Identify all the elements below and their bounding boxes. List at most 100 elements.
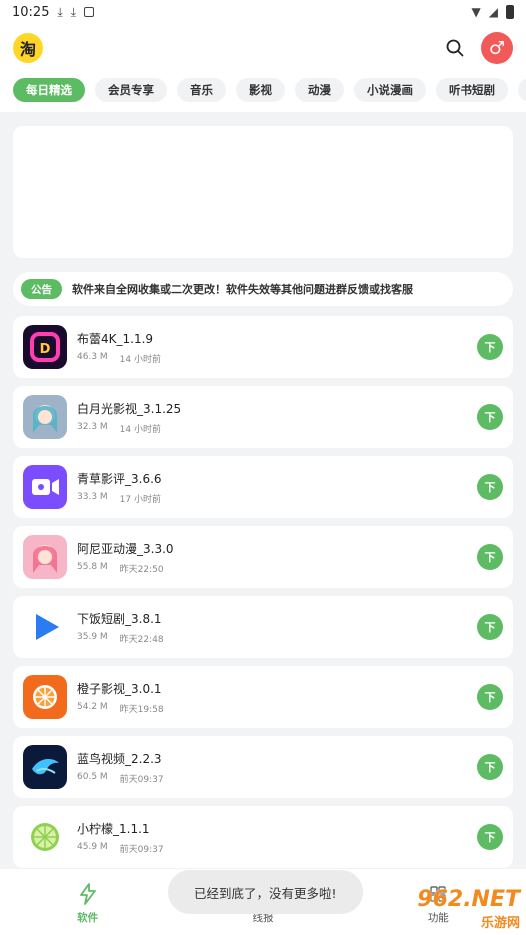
- app-time: 昨天19:58: [119, 704, 164, 715]
- tab-2[interactable]: 音乐: [177, 78, 226, 102]
- app-info: 小柠檬_1.1.1 45.9 M 前天09:37: [77, 820, 477, 855]
- app-card[interactable]: 白月光影视_3.1.25 32.3 M 14 小时前 下: [13, 386, 513, 448]
- logo-char: 淘: [19, 40, 36, 59]
- app-time: 昨天22:48: [119, 634, 164, 645]
- lightning-icon: [78, 882, 98, 905]
- tab-0[interactable]: 每日精选: [13, 78, 85, 102]
- anime-girl-icon: [23, 535, 67, 579]
- app-meta: 60.5 M 前天09:37: [77, 772, 477, 785]
- app-size: 46.3 M: [77, 351, 108, 362]
- app-card[interactable]: 蓝鸟视频_2.2.3 60.5 M 前天09:37 下: [13, 736, 513, 798]
- signal-icon: ◢: [488, 5, 498, 19]
- battery-icon: [506, 5, 514, 19]
- app-time: 前天09:37: [119, 774, 164, 785]
- tab-3[interactable]: 影视: [236, 78, 285, 102]
- tab-4[interactable]: 动漫: [295, 78, 344, 102]
- svg-text:D: D: [40, 342, 51, 357]
- play-icon: [23, 605, 67, 649]
- app-meta: 32.3 M 14 小时前: [77, 422, 477, 435]
- avatar-button[interactable]: ♂: [481, 32, 513, 64]
- app-info: 白月光影视_3.1.25 32.3 M 14 小时前: [77, 400, 477, 435]
- bird-icon: [23, 745, 67, 789]
- app-time: 前天09:37: [119, 844, 164, 855]
- app-meta: 55.8 M 昨天22:50: [77, 562, 477, 575]
- app-size: 60.5 M: [77, 771, 108, 782]
- app-card[interactable]: D 布蕾4K_1.1.9 46.3 M 14 小时前 下: [13, 316, 513, 378]
- app-name: 下饭短剧_3.8.1: [77, 611, 162, 626]
- watermark-top: 962.NET: [417, 887, 520, 912]
- app-info: 青草影评_3.6.6 33.3 M 17 小时前: [77, 470, 477, 505]
- status-bar: 10:25 ⤓ ⤓ ▼ ◢: [0, 0, 526, 24]
- tab-7[interactable]: 直播: [518, 78, 526, 102]
- app-size: 33.3 M: [77, 491, 108, 502]
- status-right: ▼ ◢: [472, 5, 514, 19]
- app-time: 14 小时前: [119, 354, 161, 365]
- download-button[interactable]: 下: [477, 474, 503, 500]
- app-card[interactable]: 小柠檬_1.1.1 45.9 M 前天09:37 下: [13, 806, 513, 868]
- notice-bar[interactable]: 公告 软件来自全网收集或二次更改！软件失效等其他问题进群反馈或找客服: [13, 272, 513, 306]
- app-meta: 35.9 M 昨天22:48: [77, 632, 477, 645]
- status-time: 10:25: [12, 4, 50, 20]
- app-card[interactable]: 阿尼亚动漫_3.3.0 55.8 M 昨天22:50 下: [13, 526, 513, 588]
- app-time: 17 小时前: [119, 494, 161, 505]
- watermark-bottom: 乐游网: [480, 916, 520, 931]
- search-icon: [446, 39, 464, 57]
- app-info: 阿尼亚动漫_3.3.0 55.8 M 昨天22:50: [77, 540, 477, 575]
- app-info: 布蕾4K_1.1.9 46.3 M 14 小时前: [77, 330, 477, 365]
- app-meta: 33.3 M 17 小时前: [77, 492, 477, 505]
- app-list: D 布蕾4K_1.1.9 46.3 M 14 小时前下白月光影视_3.1.25 32.3…: [13, 316, 513, 868]
- app-size: 35.9 M: [77, 631, 108, 642]
- status-left: 10:25 ⤓ ⤓: [12, 4, 95, 20]
- app-name: 青草影评_3.6.6: [77, 471, 162, 486]
- download-button[interactable]: 下: [477, 334, 503, 360]
- search-button[interactable]: [439, 32, 471, 64]
- app-name: 布蕾4K_1.1.9: [77, 331, 154, 346]
- app-time: 昨天22:50: [119, 564, 164, 575]
- app-info: 蓝鸟视频_2.2.3 60.5 M 前天09:37: [77, 750, 477, 785]
- camera-icon: [23, 465, 67, 509]
- download-button[interactable]: 下: [477, 544, 503, 570]
- app-card[interactable]: 下饭短剧_3.8.1 35.9 M 昨天22:48 下: [13, 596, 513, 658]
- download-icon: ⤓: [70, 5, 77, 19]
- notice-text: 软件来自全网收集或二次更改！软件失效等其他问题进群反馈或找客服: [72, 283, 413, 296]
- tab-1[interactable]: 会员专享: [95, 78, 167, 102]
- orange-icon: [23, 675, 67, 719]
- tab-6[interactable]: 听书短剧: [436, 78, 508, 102]
- download-button[interactable]: 下: [477, 754, 503, 780]
- app-info: 下饭短剧_3.8.1 35.9 M 昨天22:48: [77, 610, 477, 645]
- app-card[interactable]: 青草影评_3.6.6 33.3 M 17 小时前 下: [13, 456, 513, 518]
- download-button[interactable]: 下: [477, 404, 503, 430]
- nav-label: 软件: [77, 911, 99, 924]
- app-card[interactable]: 橙子影视_3.0.1 54.2 M 昨天19:58 下: [13, 666, 513, 728]
- video-player-icon: D: [23, 325, 67, 369]
- nav-item-0[interactable]: 软件: [48, 882, 128, 925]
- app-info: 橙子影视_3.0.1 54.2 M 昨天19:58: [77, 680, 477, 715]
- wifi-icon: ▼: [471, 5, 481, 19]
- app-meta: 54.2 M 昨天19:58: [77, 702, 477, 715]
- lemon-icon: [23, 815, 67, 859]
- app-name: 阿尼亚动漫_3.3.0: [77, 541, 174, 556]
- toast-message: 已经到底了，没有更多啦!: [168, 870, 363, 914]
- anime-girl-icon: [23, 395, 67, 439]
- notification-icon: [84, 7, 95, 17]
- app-size: 55.8 M: [77, 561, 108, 572]
- app-logo[interactable]: 淘: [13, 33, 43, 63]
- top-bar: 淘 ♂: [0, 24, 526, 72]
- male-icon: ♂: [488, 37, 506, 59]
- top-actions: ♂: [439, 32, 513, 64]
- app-name: 橙子影视_3.0.1: [77, 681, 162, 696]
- app-size: 45.9 M: [77, 841, 108, 852]
- app-meta: 45.9 M 前天09:37: [77, 842, 477, 855]
- app-meta: 46.3 M 14 小时前: [77, 352, 477, 365]
- download-button[interactable]: 下: [477, 614, 503, 640]
- app-size: 54.2 M: [77, 701, 108, 712]
- app-name: 小柠檬_1.1.1: [77, 821, 150, 836]
- download-button[interactable]: 下: [477, 824, 503, 850]
- tab-5[interactable]: 小说漫画: [354, 78, 426, 102]
- download-button[interactable]: 下: [477, 684, 503, 710]
- app-size: 32.3 M: [77, 421, 108, 432]
- banner[interactable]: [13, 126, 513, 258]
- app-name: 蓝鸟视频_2.2.3: [77, 751, 162, 766]
- notice-badge: 公告: [21, 279, 62, 299]
- watermark-logo: 962.NET 乐游网: [417, 887, 520, 931]
